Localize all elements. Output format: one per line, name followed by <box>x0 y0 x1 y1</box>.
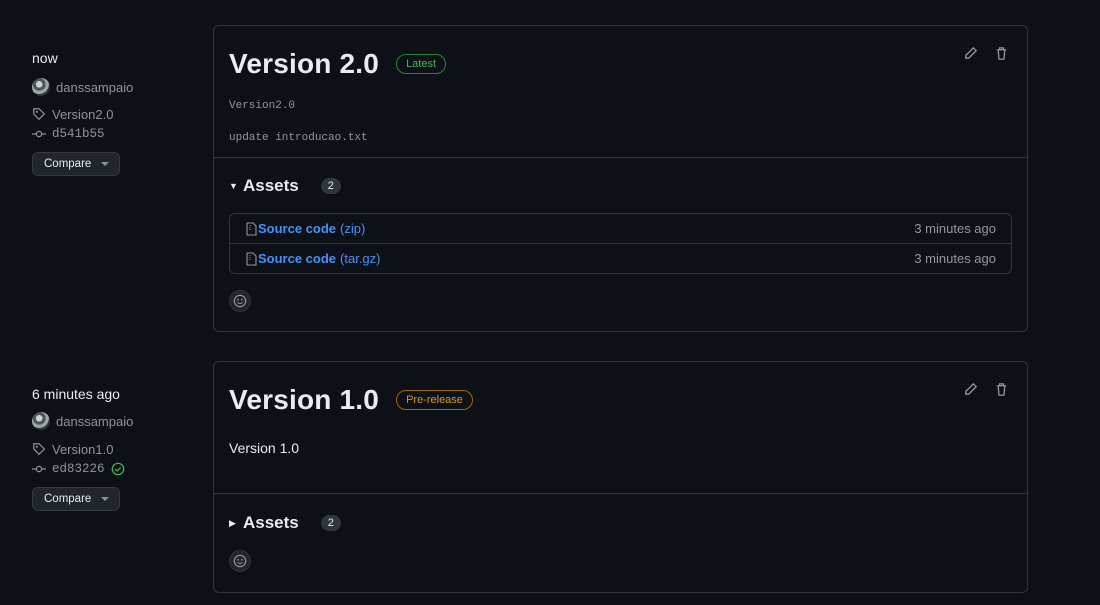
release-notes: Version2.0 update introducao.txt <box>229 100 1012 157</box>
commit-row[interactable]: d541b55 <box>32 126 202 142</box>
assets-count: 2 <box>320 178 341 194</box>
release-card: Version 1.0 Pre-release Version 1.0 ▶ As… <box>213 361 1028 593</box>
smiley-icon <box>233 554 247 568</box>
author-row[interactable]: danssampaio <box>32 412 202 430</box>
assets-label: Assets <box>243 176 299 195</box>
tag-icon <box>33 108 46 121</box>
commit-icon <box>32 465 46 473</box>
file-zip-icon <box>246 251 257 266</box>
release-meta: now danssampaio Version2.0 d541b55 Compa… <box>32 50 202 176</box>
compare-label: Compare <box>44 158 92 170</box>
commit-row[interactable]: ed83226 <box>32 461 202 477</box>
trash-icon[interactable] <box>994 46 1009 61</box>
asset-ext[interactable]: (zip) <box>340 221 365 236</box>
release-title[interactable]: Version 2.0 <box>229 48 379 80</box>
tag-icon <box>33 443 46 456</box>
release-time: now <box>32 50 58 66</box>
release-meta: 6 minutes ago danssampaio Version1.0 ed8… <box>32 386 202 511</box>
chevron-down-icon <box>101 497 110 501</box>
compare-button[interactable]: Compare <box>32 487 121 511</box>
latest-badge: Latest <box>396 54 447 74</box>
assets-count: 2 <box>320 515 341 531</box>
asset-name[interactable]: Source code <box>258 251 336 266</box>
check-circle-icon[interactable] <box>111 462 125 476</box>
release-title-row: Version 2.0 Latest <box>229 48 1012 80</box>
tag-name[interactable]: Version1.0 <box>52 442 113 457</box>
release-time: 6 minutes ago <box>32 386 120 402</box>
asset-row: Source code (tar.gz) 3 minutes ago <box>230 243 1011 273</box>
release-actions <box>963 46 1009 61</box>
release-notes-line: Version2.0 <box>229 100 296 112</box>
release-header: Version 1.0 Pre-release Version 1.0 <box>214 362 1027 493</box>
commit-sha[interactable]: d541b55 <box>52 127 105 141</box>
asset-age: 3 minutes ago <box>914 221 996 236</box>
commit-sha[interactable]: ed83226 <box>52 462 105 476</box>
release-notes: Version 1.0 <box>229 440 300 456</box>
assets-label: Assets <box>243 513 299 532</box>
commit-icon <box>32 130 46 138</box>
author-row[interactable]: danssampaio <box>32 78 202 96</box>
release-header: Version 2.0 Latest Version2.0 update int… <box>214 26 1027 157</box>
file-zip-icon <box>246 221 257 236</box>
pencil-icon[interactable] <box>963 46 978 61</box>
smiley-icon <box>233 294 247 308</box>
asset-name[interactable]: Source code <box>258 221 336 236</box>
avatar[interactable] <box>32 412 50 430</box>
add-reaction-button[interactable] <box>229 290 251 312</box>
compare-button[interactable]: Compare <box>32 152 121 176</box>
asset-row: Source code (zip) 3 minutes ago <box>230 214 1011 243</box>
author-name[interactable]: danssampaio <box>56 80 133 95</box>
tag-row[interactable]: Version1.0 <box>32 441 202 457</box>
tag-row[interactable]: Version2.0 <box>32 106 202 122</box>
release-actions <box>963 382 1009 397</box>
author-name[interactable]: danssampaio <box>56 414 133 429</box>
release-card: Version 2.0 Latest Version2.0 update int… <box>213 25 1028 332</box>
release-title-row: Version 1.0 Pre-release <box>229 384 1012 416</box>
pencil-icon[interactable] <box>963 382 978 397</box>
chevron-down-icon <box>101 162 110 166</box>
compare-label: Compare <box>44 493 92 505</box>
divider <box>214 493 1027 494</box>
release-title[interactable]: Version 1.0 <box>229 384 379 416</box>
assets-toggle[interactable]: ▶ Assets 2 <box>214 513 1027 533</box>
add-reaction-button[interactable] <box>229 550 251 572</box>
asset-ext[interactable]: (tar.gz) <box>340 251 380 266</box>
tag-name[interactable]: Version2.0 <box>52 107 113 122</box>
asset-list: Source code (zip) 3 minutes ago Source c… <box>229 213 1012 274</box>
divider <box>214 157 1027 158</box>
avatar[interactable] <box>32 78 50 96</box>
release-notes-line: update introducao.txt <box>229 132 368 144</box>
asset-age: 3 minutes ago <box>914 251 996 266</box>
triangle-down-icon: ▼ <box>229 181 238 191</box>
triangle-right-icon: ▶ <box>229 517 236 528</box>
prerelease-badge: Pre-release <box>396 390 473 410</box>
assets-toggle[interactable]: ▼ Assets 2 <box>214 176 1027 196</box>
trash-icon[interactable] <box>994 382 1009 397</box>
